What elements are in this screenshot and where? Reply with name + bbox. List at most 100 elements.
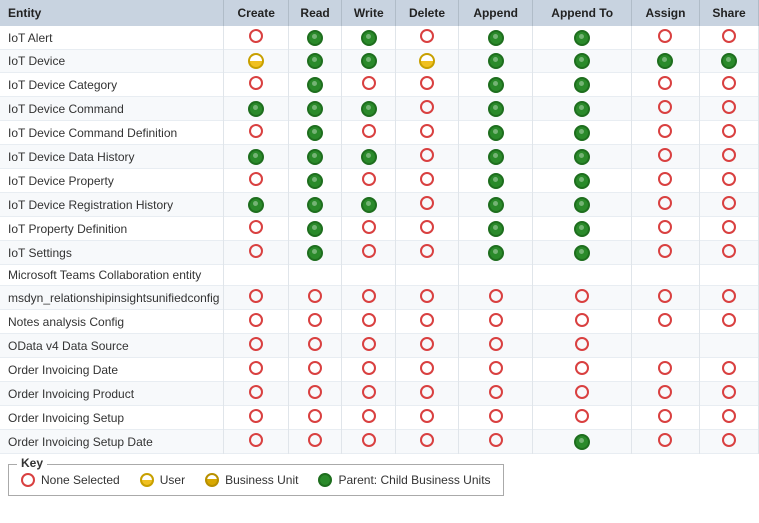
permission-cell [396,145,459,169]
none-circle [658,196,672,210]
none-circle [308,289,322,303]
parent-circle [307,221,323,237]
permission-cell [224,406,288,430]
permission-cell [533,169,631,193]
none-circle [658,244,672,258]
parent-circle [307,149,323,165]
permission-cell [288,430,341,454]
parent-circle [361,53,377,69]
permission-cell [631,406,699,430]
permission-cell [631,241,699,265]
permission-cell [700,241,759,265]
none-circle [308,313,322,327]
none-circle [575,385,589,399]
permission-cell [396,73,459,97]
key-none-icon [21,473,35,487]
permission-cell [458,145,533,169]
parent-circle [574,221,590,237]
permission-cell [288,358,341,382]
none-circle [722,76,736,90]
permission-cell [533,406,631,430]
permission-cell [396,26,459,50]
permission-cell [458,406,533,430]
permission-cell [224,286,288,310]
permission-cell [533,241,631,265]
permission-cell [288,406,341,430]
key-item-label: User [160,473,185,487]
table-row: Order Invoicing Setup [0,406,759,430]
permission-cell [288,145,341,169]
permission-cell [631,217,699,241]
none-circle [362,220,376,234]
parent-circle [574,197,590,213]
none-circle [362,289,376,303]
permission-cell [224,26,288,50]
permission-cell [224,217,288,241]
none-circle [658,29,672,43]
permission-cell [458,334,533,358]
none-circle [420,244,434,258]
parent-circle [488,125,504,141]
permission-cell [533,193,631,217]
permission-cell [700,310,759,334]
none-circle [420,313,434,327]
none-circle [722,172,736,186]
table-row: IoT Device Data History [0,145,759,169]
none-circle [658,409,672,423]
none-circle [362,385,376,399]
parent-circle [361,197,377,213]
permission-cell [224,382,288,406]
permission-cell [700,265,759,286]
none-circle [489,385,503,399]
parent-circle [307,125,323,141]
none-circle [489,361,503,375]
permission-cell [342,406,396,430]
permission-cell [533,121,631,145]
permission-cell [700,358,759,382]
user-circle [419,53,435,69]
parent-circle [488,197,504,213]
key-item: Parent: Child Business Units [318,473,490,487]
permission-cell [342,430,396,454]
permission-cell [396,406,459,430]
permission-cell [458,121,533,145]
parent-circle [574,149,590,165]
none-circle [362,337,376,351]
table-row: IoT Property Definition [0,217,759,241]
parent-circle [361,30,377,46]
parent-circle [488,77,504,93]
permission-cell [533,382,631,406]
entity-cell: Order Invoicing Product [0,382,224,406]
none-circle [658,76,672,90]
none-circle [249,220,263,234]
permission-cell [458,26,533,50]
permission-cell [396,50,459,73]
permission-cell [288,26,341,50]
permission-cell [631,310,699,334]
entity-cell: Order Invoicing Date [0,358,224,382]
table-row: IoT Device Command [0,97,759,121]
table-header-row: EntityCreateReadWriteDeleteAppendAppend … [0,0,759,26]
none-circle [249,313,263,327]
entity-cell: IoT Alert [0,26,224,50]
table-row: IoT Device Registration History [0,193,759,217]
permission-cell [533,97,631,121]
permission-cell [700,50,759,73]
permission-cell [342,97,396,121]
permission-cell [533,73,631,97]
permission-cell [396,265,459,286]
none-circle [489,313,503,327]
permission-cell [224,334,288,358]
permission-cell [631,145,699,169]
none-circle [722,29,736,43]
none-circle [489,433,503,447]
table-row: Order Invoicing Date [0,358,759,382]
none-circle [658,313,672,327]
none-circle [249,361,263,375]
key-section: Key None SelectedUserBusiness UnitParent… [8,464,504,496]
table-row: IoT Device Command Definition [0,121,759,145]
permission-cell [342,265,396,286]
permission-cell [342,334,396,358]
none-circle [249,76,263,90]
permission-cell [631,334,699,358]
